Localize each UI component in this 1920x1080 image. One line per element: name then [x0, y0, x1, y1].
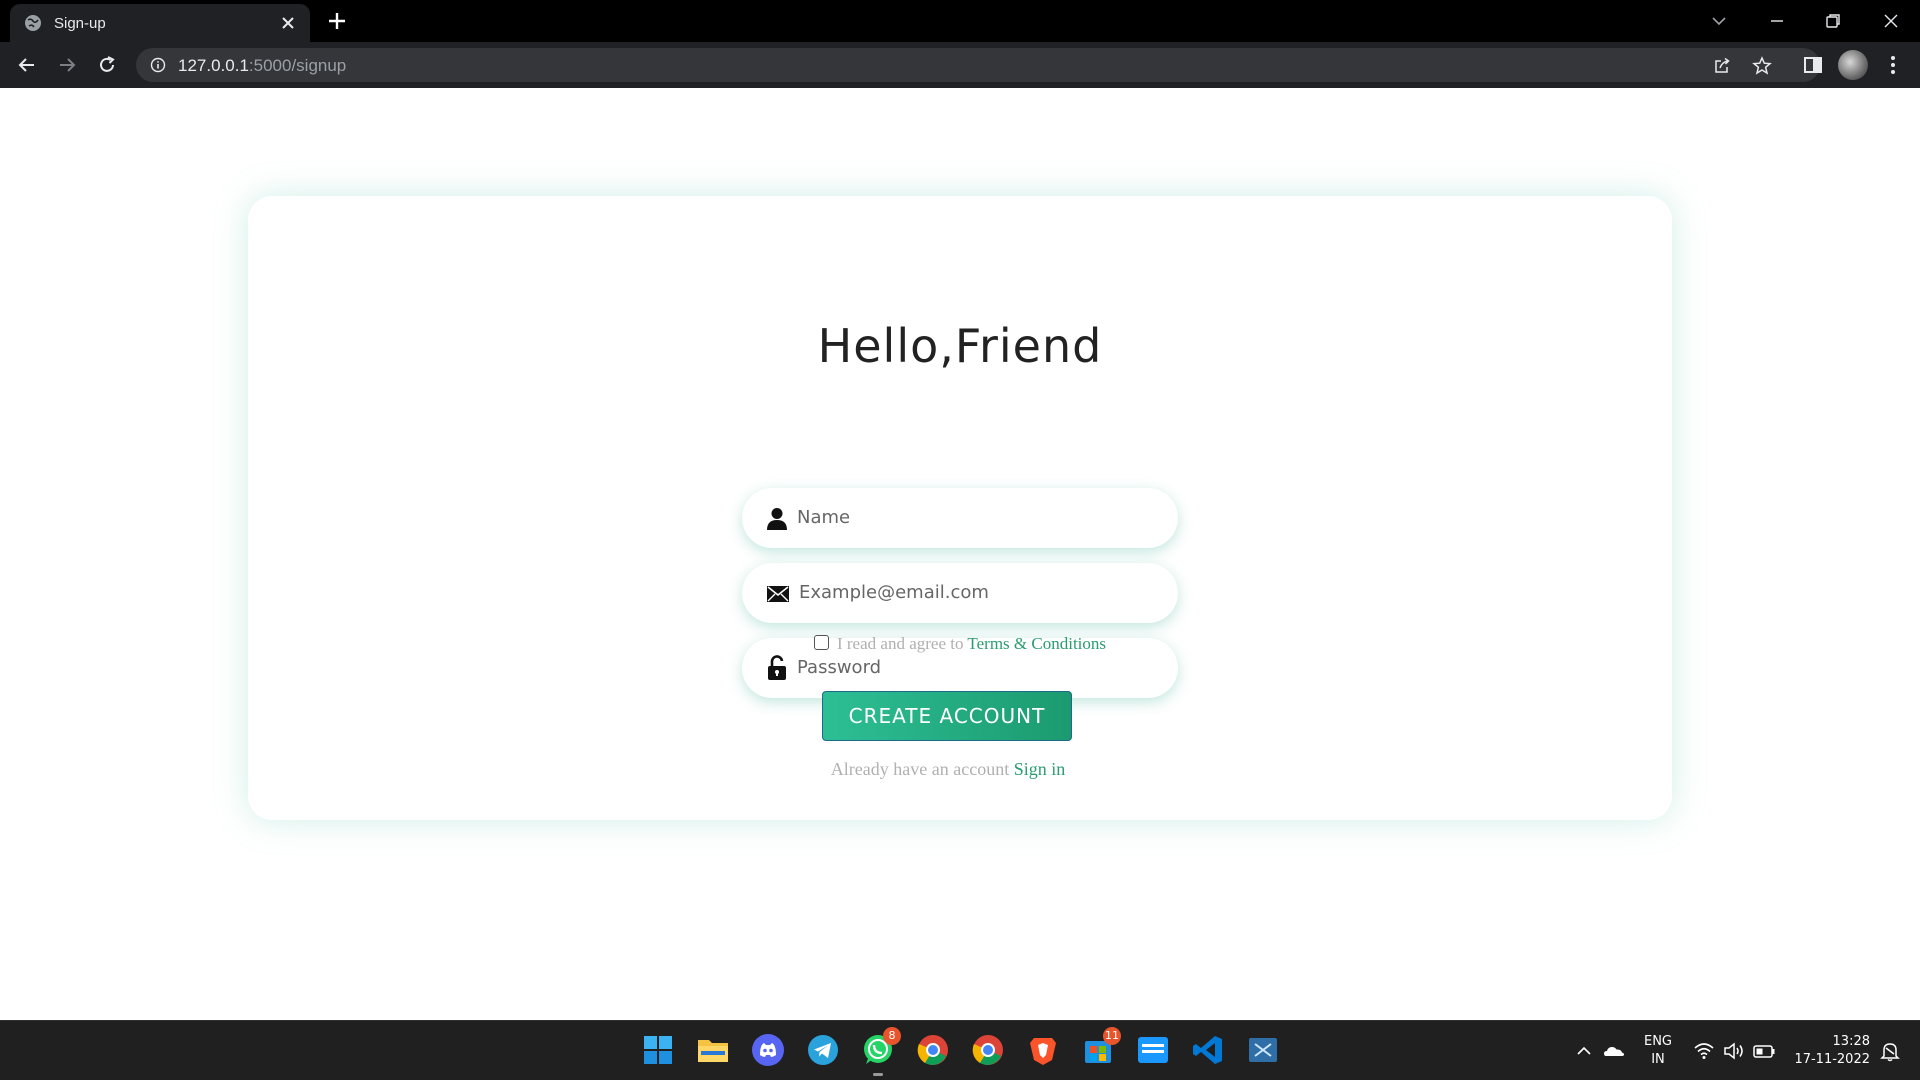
battery-icon[interactable] — [1752, 1039, 1776, 1063]
new-tab-icon[interactable] — [326, 10, 348, 32]
store-badge: 11 — [1103, 1027, 1121, 1045]
url-host: 127.0.0.1 — [178, 56, 249, 75]
browser-tab-strip: Sign-up — [0, 0, 1920, 42]
brave-icon[interactable] — [1026, 1033, 1060, 1067]
discord-icon[interactable] — [751, 1033, 785, 1067]
system-clock[interactable]: 13:28 17-11-2022 — [1790, 1033, 1870, 1069]
reload-icon[interactable] — [94, 52, 120, 78]
terms-checkbox[interactable] — [813, 635, 829, 650]
email-placeholder: Example@email.com — [799, 582, 989, 603]
volume-icon[interactable] — [1722, 1039, 1746, 1063]
vscode-icon[interactable] — [1191, 1033, 1225, 1067]
forward-icon[interactable] — [54, 52, 80, 78]
user-icon — [767, 508, 787, 530]
minimize-icon[interactable] — [1764, 8, 1790, 34]
store-app[interactable]: 11 — [1081, 1027, 1121, 1067]
unlock-icon — [768, 655, 786, 680]
signin-link[interactable]: Sign in — [1014, 759, 1066, 779]
tab-title: Sign-up — [54, 14, 106, 32]
menu-kebab-icon[interactable] — [1880, 52, 1906, 78]
language-line2: IN — [1651, 1052, 1665, 1067]
info-icon[interactable] — [150, 57, 166, 73]
signin-row: Already have an account Sign in — [248, 759, 1672, 780]
windows-start-icon[interactable] — [641, 1033, 675, 1067]
globe-icon — [25, 15, 41, 31]
name-placeholder: Name — [797, 507, 851, 528]
page-title: Hello,Friend — [817, 319, 1103, 373]
language-indicator[interactable]: ENG IN — [1640, 1033, 1676, 1069]
notification-bell-icon[interactable] — [1878, 1039, 1902, 1063]
chrome-icon[interactable] — [916, 1033, 950, 1067]
address-bar[interactable]: 127.0.0.1:5000/signup — [136, 48, 1820, 82]
email-field[interactable]: Example@email.com — [742, 563, 1178, 623]
close-window-icon[interactable] — [1878, 8, 1904, 34]
bookmark-star-icon[interactable] — [1752, 56, 1772, 76]
chevron-up-icon[interactable] — [1572, 1039, 1596, 1063]
close-tab-icon[interactable] — [280, 15, 296, 31]
taskbar: 8 11 ENG IN 13:28 17-11-2022 — [0, 1020, 1920, 1080]
signup-card: Hello,Friend Name Example@email.com Pass… — [248, 196, 1672, 820]
terms-row: I read and agree to Terms & Conditions — [248, 634, 1672, 654]
terms-text: I read and agree to — [836, 634, 964, 653]
whatsapp-app[interactable]: 8 — [861, 1027, 901, 1076]
clock-date: 17-11-2022 — [1794, 1052, 1870, 1067]
tab-search-icon[interactable] — [1706, 8, 1732, 34]
prime-video-icon[interactable] — [1136, 1033, 1170, 1067]
wifi-icon[interactable] — [1692, 1039, 1716, 1063]
restore-icon[interactable] — [1820, 8, 1846, 34]
chrome-profile-icon[interactable] — [971, 1033, 1005, 1067]
browser-toolbar: 127.0.0.1:5000/signup — [0, 42, 1920, 88]
telegram-icon[interactable] — [806, 1033, 840, 1067]
create-account-button[interactable]: CREATE ACCOUNT — [822, 691, 1072, 741]
signin-wrapper: Already have an account Sign in — [831, 759, 1065, 779]
browser-tab[interactable]: Sign-up — [10, 4, 310, 42]
url-text: 127.0.0.1:5000/signup — [178, 56, 346, 76]
url-path: :5000/signup — [248, 56, 347, 75]
side-panel-icon[interactable] — [1800, 52, 1826, 78]
whatsapp-badge: 8 — [883, 1027, 901, 1045]
profile-avatar[interactable] — [1838, 50, 1868, 80]
envelope-icon — [767, 586, 789, 602]
file-explorer-icon[interactable] — [696, 1033, 730, 1067]
clock-time: 13:28 — [1832, 1034, 1870, 1049]
name-field[interactable]: Name — [742, 488, 1178, 548]
snipping-tool-icon[interactable] — [1246, 1033, 1280, 1067]
signin-text: Already have an account — [830, 759, 1010, 779]
onedrive-icon[interactable] — [1602, 1039, 1626, 1063]
password-placeholder: Password — [797, 657, 882, 678]
page-viewport: Hello,Friend Name Example@email.com Pass… — [0, 88, 1920, 1020]
language-line1: ENG — [1643, 1034, 1672, 1049]
back-icon[interactable] — [14, 52, 40, 78]
terms-link[interactable]: Terms & Conditions — [967, 634, 1106, 653]
share-icon[interactable] — [1712, 56, 1732, 76]
